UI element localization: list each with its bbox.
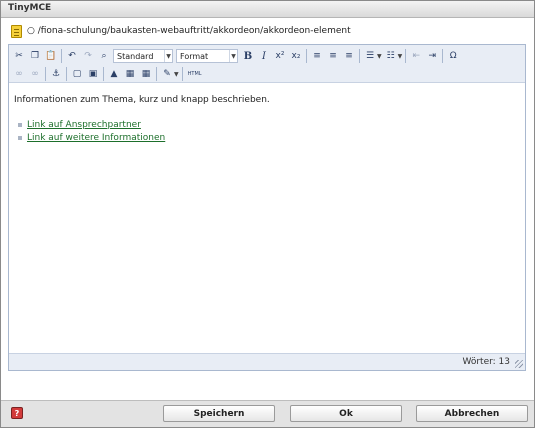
chevron-down-icon[interactable]: ▼ xyxy=(174,71,179,78)
toolbar-separator xyxy=(66,67,67,81)
bullet-list-icon[interactable]: ☰ xyxy=(363,49,377,63)
block-format-select[interactable]: Standard ▼ xyxy=(113,49,173,63)
save-button[interactable]: Speichern xyxy=(163,405,275,422)
special-character-icon[interactable]: Ω xyxy=(446,49,460,63)
show-blocks-icon[interactable]: ▣ xyxy=(86,67,100,81)
cancel-button[interactable]: Abbrechen xyxy=(416,405,528,422)
tinymce-dialog: TinyMCE ○ /fiona-schulung/baukasten-weba… xyxy=(0,0,535,428)
toolbar-separator xyxy=(405,49,407,63)
toolbar-separator xyxy=(45,67,46,81)
help-icon[interactable]: ? xyxy=(11,407,23,419)
document-icon xyxy=(11,24,22,38)
anchor-icon[interactable]: ⚓ xyxy=(49,67,63,81)
toolbar-separator xyxy=(181,67,183,81)
resize-grip-icon[interactable] xyxy=(515,360,523,368)
paste-icon[interactable]: 📋 xyxy=(44,49,58,63)
link-more-information[interactable]: Link auf weitere Informationen xyxy=(27,133,165,143)
subscript-icon[interactable]: x₂ xyxy=(289,49,303,63)
toolbar-separator xyxy=(306,49,307,63)
outdent-icon[interactable]: ⇤ xyxy=(409,49,423,63)
editor-status-bar: Wörter: 13 xyxy=(9,353,525,370)
link-contact-person[interactable]: Link auf Ansprechpartner xyxy=(27,120,141,130)
superscript-icon[interactable]: x² xyxy=(273,49,287,63)
toolbar-separator xyxy=(442,49,444,63)
insert-media-icon[interactable]: ▦ xyxy=(123,67,137,81)
copy-icon[interactable]: ❐ xyxy=(28,49,42,63)
italic-icon[interactable]: I xyxy=(257,49,271,63)
dialog-footer: ? Speichern Ok Abbrechen xyxy=(1,400,534,427)
align-left-icon[interactable]: ≡ xyxy=(310,49,324,63)
content-paragraph: Informationen zum Thema, kurz und knapp … xyxy=(14,95,270,105)
toolbar-separator xyxy=(103,67,104,81)
link-icon[interactable]: ∞ xyxy=(12,67,26,81)
redo-icon[interactable]: ↷ xyxy=(81,49,95,63)
title-bar: TinyMCE xyxy=(1,1,534,18)
chevron-down-icon: ▼ xyxy=(229,50,237,62)
style-format-select[interactable]: Format ▼ xyxy=(176,49,238,63)
style-format-value: Format xyxy=(180,51,209,61)
toolbar-separator xyxy=(359,49,360,63)
indent-icon[interactable]: ⇥ xyxy=(425,49,439,63)
numbered-list-icon[interactable]: ☷ xyxy=(384,49,398,63)
align-right-icon[interactable]: ≡ xyxy=(342,49,356,63)
link-list: Link auf Ansprechpartner Link auf weiter… xyxy=(18,120,270,143)
insert-image-icon[interactable]: ▲ xyxy=(107,67,121,81)
toolbar-separator xyxy=(156,67,157,81)
list-item: Link auf weitere Informationen xyxy=(18,133,270,143)
editor-toolbar: ✂ ❐ 📋 ↶ ↷ ⌕ Standard ▼ Format ▼ B I x² x… xyxy=(9,45,525,83)
align-center-icon[interactable]: ≡ xyxy=(326,49,340,63)
window-title: TinyMCE xyxy=(8,3,52,13)
edit-icon[interactable]: ✎ xyxy=(160,67,174,81)
toolbar-row-1: ✂ ❐ 📋 ↶ ↷ ⌕ Standard ▼ Format ▼ B I x² x… xyxy=(12,48,462,64)
toolbar-row-2: ∞ ∞ ⚓ ▢ ▣ ▲ ▦ ▦ ✎ ▼ HTML xyxy=(12,66,206,82)
undo-icon[interactable]: ↶ xyxy=(65,49,79,63)
chevron-down-icon[interactable]: ▼ xyxy=(377,53,382,60)
list-item: Link auf Ansprechpartner xyxy=(18,120,270,130)
chevron-down-icon: ▼ xyxy=(164,50,172,62)
path-bar: ○ /fiona-schulung/baukasten-webauftritt/… xyxy=(11,23,351,39)
document-path: ○ /fiona-schulung/baukasten-webauftritt/… xyxy=(27,26,351,36)
html-source-icon[interactable]: HTML xyxy=(186,67,204,81)
bullet-icon xyxy=(18,136,22,140)
editor-content[interactable]: Informationen zum Thema, kurz und knapp … xyxy=(14,95,270,146)
bullet-icon xyxy=(18,123,22,127)
editor-area: ✂ ❐ 📋 ↶ ↷ ⌕ Standard ▼ Format ▼ B I x² x… xyxy=(8,44,526,371)
visual-aid-icon[interactable]: ▢ xyxy=(70,67,84,81)
ok-button[interactable]: Ok xyxy=(290,405,402,422)
block-format-value: Standard xyxy=(117,51,154,61)
bold-icon[interactable]: B xyxy=(241,49,255,63)
insert-table-icon[interactable]: ▦ xyxy=(139,67,153,81)
word-count: Wörter: 13 xyxy=(462,357,510,367)
unlink-icon[interactable]: ∞ xyxy=(28,67,42,81)
chevron-down-icon[interactable]: ▼ xyxy=(398,53,403,60)
find-replace-icon[interactable]: ⌕ xyxy=(97,49,111,63)
toolbar-separator xyxy=(61,49,62,63)
cut-icon[interactable]: ✂ xyxy=(12,49,26,63)
